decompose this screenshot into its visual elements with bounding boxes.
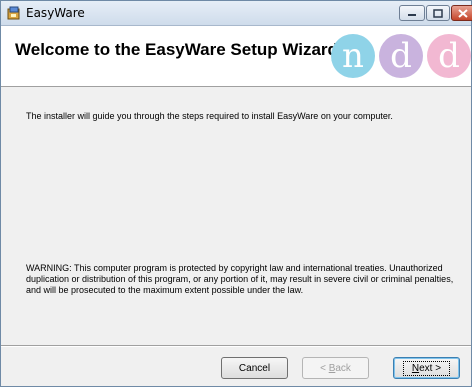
logo-letter: d — [427, 34, 471, 78]
close-button[interactable] — [451, 5, 472, 21]
installer-icon — [7, 6, 20, 20]
title-bar[interactable]: EasyWare — [1, 1, 472, 26]
minimize-button[interactable] — [399, 5, 425, 21]
next-button[interactable]: Next > — [393, 357, 460, 379]
setup-window: EasyWare Welcome to the EasyWare Setup W… — [0, 0, 472, 387]
back-button[interactable]: < Back — [302, 357, 369, 379]
logo-letter: d — [379, 34, 423, 78]
divider — [1, 345, 471, 347]
maximize-icon — [433, 8, 443, 18]
minimize-icon — [408, 14, 416, 16]
next-button-label: Next > — [402, 360, 451, 376]
maximize-button[interactable] — [426, 5, 450, 21]
cancel-button[interactable]: Cancel — [221, 357, 288, 379]
page-title: Welcome to the EasyWare Setup Wizard — [15, 40, 338, 59]
close-icon — [458, 8, 468, 18]
cancel-button-label: Cancel — [238, 362, 271, 374]
copyright-warning: WARNING: This computer program is protec… — [26, 263, 454, 295]
intro-text: The installer will guide you through the… — [26, 111, 393, 121]
window-title: EasyWare — [26, 6, 85, 20]
wizard-header: Welcome to the EasyWare Setup Wizard n d… — [1, 26, 471, 87]
back-button-label: < Back — [320, 362, 351, 374]
logo-letter: n — [331, 34, 375, 78]
ndd-logo: n d d — [331, 34, 471, 82]
